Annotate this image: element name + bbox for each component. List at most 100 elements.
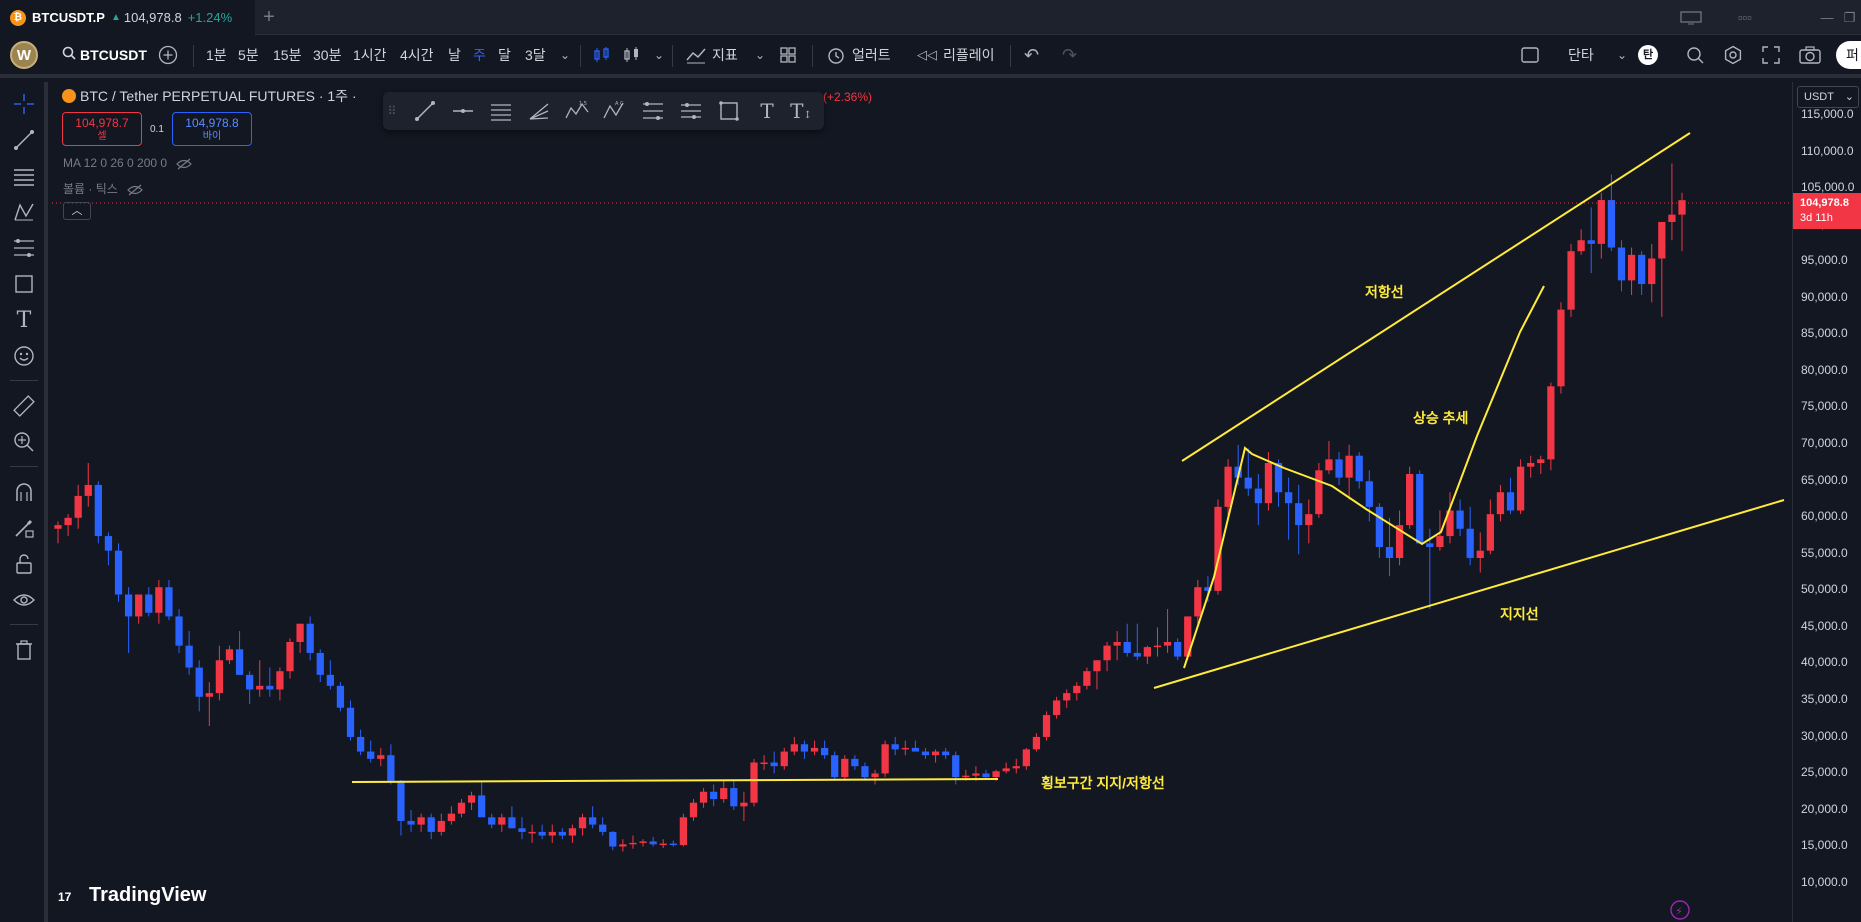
candle xyxy=(94,481,102,544)
new-tab-button[interactable]: + xyxy=(258,6,280,28)
draw-rectangle-button[interactable] xyxy=(715,97,743,125)
interval-week[interactable]: 주 xyxy=(473,36,486,74)
draw-anchored-text-button[interactable]: T↕ xyxy=(787,97,815,125)
avatar[interactable]: W xyxy=(10,41,38,69)
draw-fib-extension-button[interactable] xyxy=(677,97,705,125)
interval-3month[interactable]: 3달 xyxy=(525,36,546,74)
interval-4h[interactable]: 4시간 xyxy=(400,36,434,74)
candle xyxy=(215,645,224,701)
interval-month[interactable]: 달 xyxy=(498,36,511,74)
range-line[interactable] xyxy=(351,778,999,783)
indicators-button[interactable]: 지표 xyxy=(685,36,738,74)
settings-button[interactable] xyxy=(1723,36,1743,74)
browser-tab[interactable]: ₿ BTCUSDT.P ▲ 104,978.8 +1.24% xyxy=(0,0,255,35)
pattern-tool[interactable] xyxy=(10,198,38,226)
symbol-search-button[interactable]: BTCUSDT xyxy=(62,36,147,74)
interval-5m[interactable]: 5분 xyxy=(238,36,259,74)
draw-pitchfork-button[interactable] xyxy=(525,97,553,125)
draw-parallel-channel-button[interactable] xyxy=(487,97,515,125)
lightning-icon[interactable]: ⚡ xyxy=(1670,900,1690,920)
ma-indicator-legend[interactable]: MA 12 0 26 0 200 0 xyxy=(63,156,193,170)
drawings[interactable] xyxy=(351,132,1785,783)
add-circle-icon xyxy=(158,45,178,65)
stay-in-drawing-tool[interactable] xyxy=(10,514,38,542)
draw-fib-button[interactable] xyxy=(639,97,667,125)
crosshair-tool[interactable] xyxy=(10,90,38,118)
draw-xabcd-button[interactable]: 1 5 xyxy=(563,97,591,125)
screen-icon[interactable] xyxy=(1668,0,1714,35)
chevron-down-icon[interactable]: ⌄ xyxy=(1617,36,1627,74)
candle-body xyxy=(225,649,234,661)
more-icon[interactable]: ▫▫▫ xyxy=(1722,0,1768,35)
candle-body xyxy=(1587,240,1595,244)
layout-name[interactable]: 단타 xyxy=(1568,36,1594,74)
annotation-support[interactable]: 지지선 xyxy=(1500,604,1539,624)
chevron-down-icon[interactable]: ⌄ xyxy=(755,36,765,74)
eye-off-icon[interactable] xyxy=(176,158,193,170)
sell-button[interactable]: 104,978.7 셀 xyxy=(62,112,142,146)
restore-icon[interactable]: ❐ xyxy=(1838,0,1861,35)
chevron-down-icon[interactable]: ⌄ xyxy=(560,36,570,74)
interval-1h[interactable]: 1시간 xyxy=(353,36,387,74)
templates-button[interactable] xyxy=(779,36,797,74)
compare-symbol-button[interactable] xyxy=(158,36,178,74)
draw-trendline-button[interactable] xyxy=(411,97,439,125)
draw-horizontal-ray-button[interactable] xyxy=(449,97,477,125)
annotation-uptrend[interactable]: 상승 추세 xyxy=(1413,408,1468,428)
candle-body xyxy=(1638,254,1646,285)
candle-body xyxy=(1537,459,1545,464)
candle-body xyxy=(326,674,334,686)
draw-text-button[interactable]: T xyxy=(753,97,781,125)
redo-icon[interactable]: ↷ xyxy=(1062,36,1077,74)
interval-30m[interactable]: 30분 xyxy=(313,36,341,74)
measure-tool[interactable] xyxy=(10,392,38,420)
candle-body xyxy=(649,841,657,845)
alert-button[interactable]: 얼러트 xyxy=(826,36,891,74)
replay-button[interactable]: ◁◁ 리플레이 xyxy=(917,36,995,74)
interval-15m[interactable]: 15분 xyxy=(273,36,301,74)
trendline-tool[interactable] xyxy=(10,126,38,154)
interval-day[interactable]: 날 xyxy=(448,36,461,74)
magnet-tool[interactable] xyxy=(10,478,38,506)
price-axis[interactable]: USDT ⌄ 115,000.0110,000.0105,000.0100,00… xyxy=(1792,82,1861,922)
candle xyxy=(1406,466,1414,529)
interval-1m[interactable]: 1분 xyxy=(206,36,227,74)
publish-button[interactable]: 퍼 xyxy=(1836,41,1861,69)
lock-drawings-tool[interactable] xyxy=(10,550,38,578)
eye-off-icon[interactable] xyxy=(127,184,144,196)
legend-title-row[interactable]: BTC / Tether PERPETUAL FUTURES · 1주 · xyxy=(62,86,357,106)
horizontal-lines-tool[interactable] xyxy=(10,162,38,190)
text-tool[interactable]: T xyxy=(10,306,38,334)
fib-tool[interactable] xyxy=(10,234,38,262)
bar-type-button[interactable] xyxy=(622,36,642,74)
draw-abc-button[interactable]: A C xyxy=(601,97,629,125)
annotation-resistance[interactable]: 저항선 xyxy=(1365,282,1404,302)
currency-selector[interactable]: USDT ⌄ xyxy=(1797,86,1859,108)
layout-badge[interactable]: 탄 xyxy=(1638,45,1658,65)
fullscreen-button[interactable] xyxy=(1762,36,1780,74)
buy-button[interactable]: 104,978.8 바이 xyxy=(172,112,252,146)
candle-body xyxy=(972,773,980,776)
candle xyxy=(1627,247,1636,296)
collapse-legend-button[interactable]: ︿ xyxy=(63,202,91,220)
candle-type-button[interactable] xyxy=(592,36,612,74)
zoom-tool[interactable] xyxy=(10,428,38,456)
candle xyxy=(508,806,516,829)
candle xyxy=(599,817,607,836)
price-chart[interactable]: 17 TradingView ⚡ xyxy=(52,82,1792,922)
remove-drawings-tool[interactable] xyxy=(10,636,38,664)
volume-indicator-legend[interactable]: 볼륨 · 틱스 xyxy=(63,180,144,197)
hide-drawings-tool[interactable] xyxy=(10,586,38,614)
candle-body xyxy=(276,671,284,690)
support-line[interactable] xyxy=(1153,499,1785,689)
emoji-tool[interactable] xyxy=(10,342,38,370)
spread-value: 0.1 xyxy=(150,124,164,135)
drag-handle-icon[interactable]: ⠿ xyxy=(387,97,397,125)
rectangle-tool[interactable] xyxy=(10,270,38,298)
annotation-range[interactable]: 횡보구간 지지/저항선 xyxy=(1041,773,1165,793)
quick-search-button[interactable] xyxy=(1685,36,1705,74)
screenshot-button[interactable] xyxy=(1799,36,1821,74)
fullscreen-layout-button[interactable] xyxy=(1520,36,1540,74)
chevron-down-icon[interactable]: ⌄ xyxy=(654,36,664,74)
undo-icon[interactable]: ↶ xyxy=(1024,36,1039,74)
